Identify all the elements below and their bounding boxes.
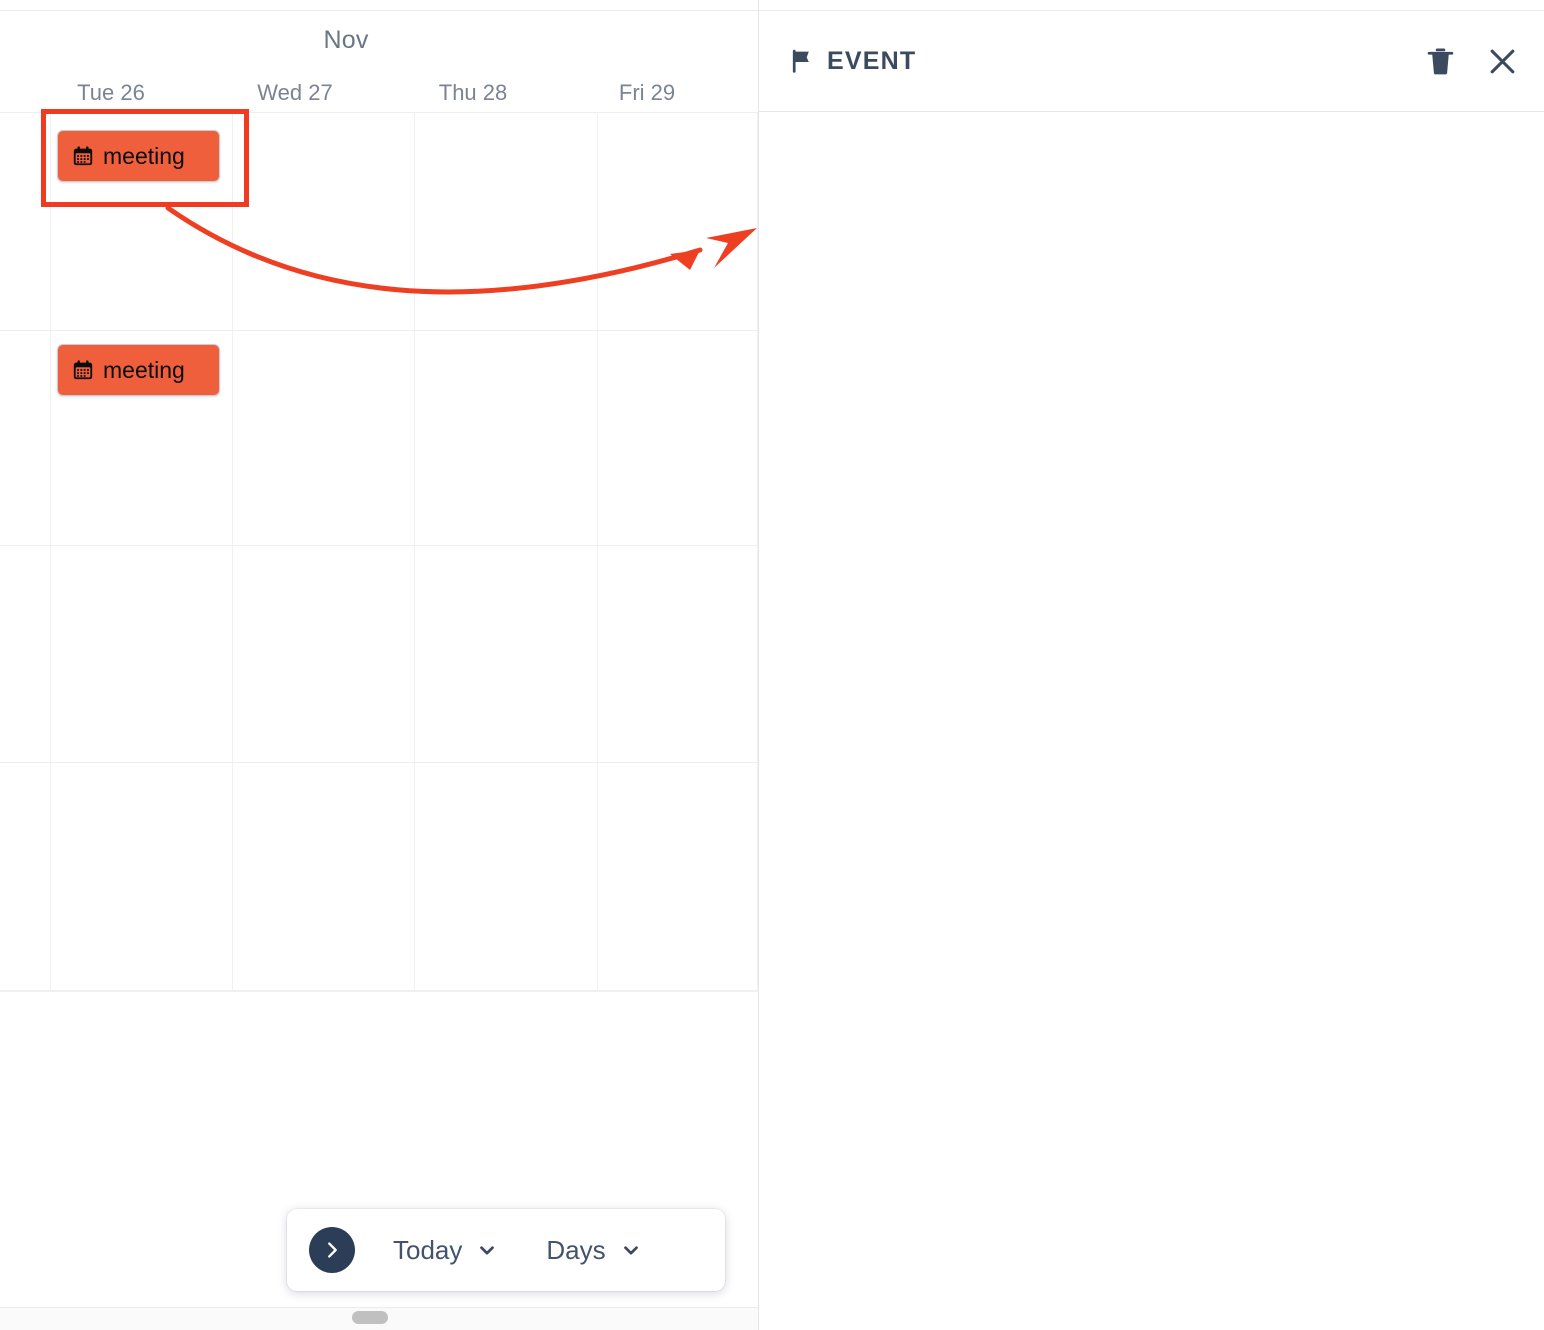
- calendar-grid-hline: [0, 330, 758, 331]
- chevron-down-icon: [623, 1246, 638, 1255]
- calendar-grid-vline: [414, 112, 415, 990]
- calendar-icon: [73, 360, 93, 380]
- horizontal-scrollbar-thumb[interactable]: [352, 1311, 388, 1324]
- panel-header-left: EVENT: [789, 47, 916, 76]
- calendar-toolbar: Today Days: [287, 1209, 725, 1291]
- chevron-down-icon: [480, 1246, 495, 1255]
- view-range-dropdown[interactable]: Days: [546, 1235, 641, 1266]
- flag-icon: [792, 49, 809, 73]
- today-label: Today: [393, 1234, 463, 1265]
- day-column-header-1[interactable]: Wed 27: [204, 80, 386, 106]
- day-column-header-0[interactable]: Tue 26: [20, 80, 202, 106]
- calendar-grid-vline: [50, 112, 51, 990]
- today-dropdown[interactable]: Today: [393, 1235, 498, 1266]
- trash-icon[interactable]: [1425, 46, 1456, 77]
- calendar-event-title: meeting: [103, 142, 185, 169]
- calendar-event-chip[interactable]: meeting: [57, 130, 220, 182]
- calendar-event-chip[interactable]: meeting: [57, 344, 220, 396]
- calendar-grid-hline: [0, 545, 758, 546]
- calendar-grid-hline: [0, 762, 758, 763]
- app-root: Nov Tue 26 Wed 27 Thu 28 Fri 29 meeting …: [0, 0, 1544, 1330]
- calendar-grid-bottom-divider: [0, 990, 758, 992]
- calendar-event-title: meeting: [103, 356, 185, 383]
- panel-header: EVENT: [759, 11, 1544, 112]
- chevron-right-icon: [328, 1242, 337, 1258]
- calendar-top-divider: [0, 10, 758, 11]
- day-column-header-2[interactable]: Thu 28: [382, 80, 564, 106]
- day-column-header-3[interactable]: Fri 29: [556, 80, 738, 106]
- calendar-header-divider: [0, 112, 758, 113]
- calendar-icon: [73, 146, 93, 166]
- calendar-view: Nov Tue 26 Wed 27 Thu 28 Fri 29 meeting …: [0, 0, 758, 1330]
- next-period-button[interactable]: [309, 1227, 355, 1273]
- close-icon[interactable]: [1486, 45, 1519, 78]
- calendar-grid-vline: [232, 112, 233, 990]
- event-detail-panel: EVENT meeting 09:00: [758, 0, 1544, 1330]
- panel-header-actions: [1425, 45, 1519, 78]
- panel-title: EVENT: [827, 46, 917, 75]
- view-range-label: Days: [546, 1234, 606, 1265]
- calendar-month-label: Nov: [323, 26, 369, 54]
- calendar-day-header: Tue 26 Wed 27 Thu 28 Fri 29: [0, 80, 758, 112]
- calendar-grid-vline: [597, 112, 598, 990]
